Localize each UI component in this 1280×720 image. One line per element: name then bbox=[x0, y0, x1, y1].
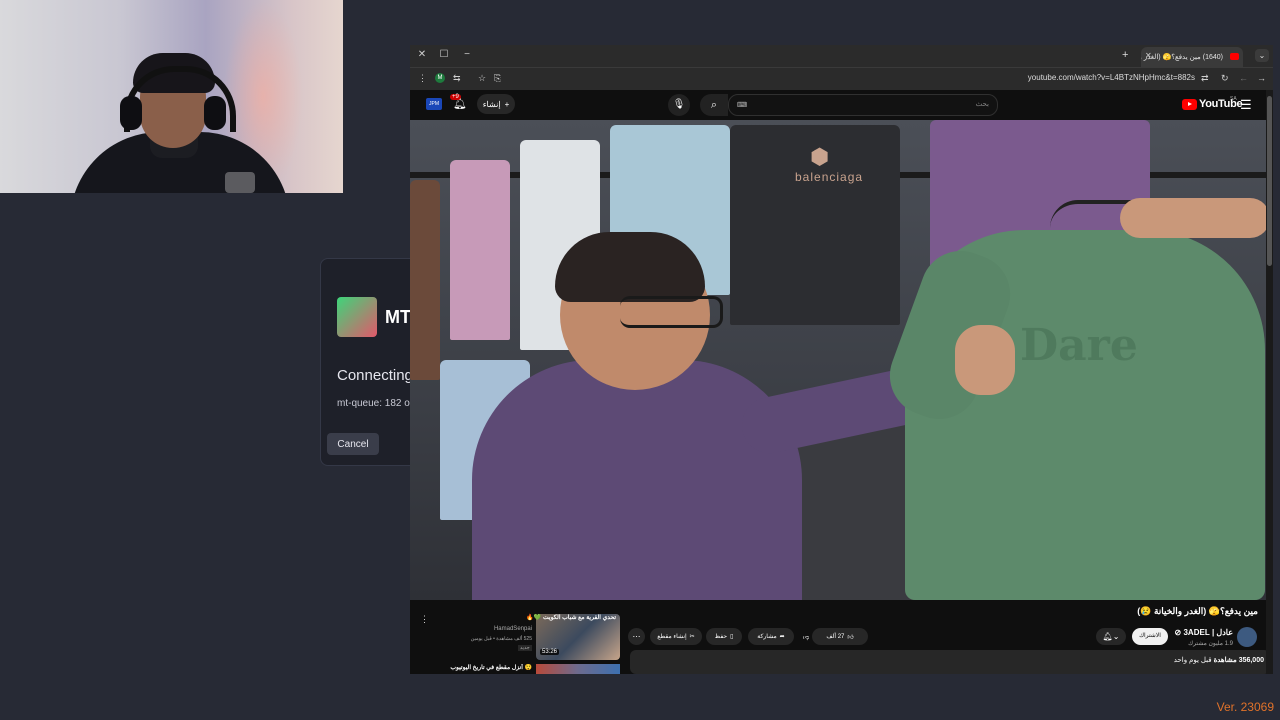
search-button-icon[interactable]: ⌕ bbox=[700, 94, 728, 116]
new-tab-button[interactable]: + bbox=[1122, 49, 1128, 61]
create-button[interactable]: + إنشاء bbox=[477, 94, 515, 114]
youtube-header: JPM 🔔︎ +9 + إنشاء 🎙︎ ⌕ ⌨ بحث YouTube SA … bbox=[410, 90, 1273, 120]
cancel-button[interactable]: Cancel bbox=[327, 433, 379, 455]
shirt-pink bbox=[450, 160, 510, 340]
video-title: مين يدفع؟🫣 (الغدر والخيانة 😢) bbox=[1137, 606, 1258, 616]
presenter-hand bbox=[955, 325, 1015, 395]
mt-logo-icon bbox=[337, 297, 377, 337]
like-button[interactable]: 👍︎ 27 ألف bbox=[812, 628, 868, 645]
save-label: حفظ bbox=[714, 634, 728, 640]
clip-label: إنشاء مقطع bbox=[657, 634, 687, 640]
youtube-favicon-icon bbox=[1230, 53, 1239, 60]
mug bbox=[225, 172, 255, 193]
like-count: 27 ألف bbox=[826, 634, 845, 640]
url-field[interactable]: youtube.com/watch?v=L4BTzNHpHmc&t=882s bbox=[910, 73, 1195, 82]
guide-menu-icon[interactable]: ☰ bbox=[1240, 97, 1252, 113]
dislike-button[interactable]: 👎︎ bbox=[800, 628, 812, 645]
version-label: Ver. 23069 bbox=[1216, 700, 1274, 714]
upload-date: قبل يوم واحد bbox=[1173, 657, 1212, 664]
scissors-icon: ✂ bbox=[689, 634, 695, 640]
dialog-title: MT bbox=[385, 307, 411, 327]
youtube-logo-icon[interactable] bbox=[1182, 99, 1197, 110]
browser-menu-icon[interactable]: ⋮ bbox=[418, 73, 427, 84]
new-badge: جديد bbox=[518, 645, 532, 651]
recommendation-duration: 53:26 bbox=[540, 649, 560, 655]
share-icon: ➦ bbox=[779, 634, 785, 640]
address-bar: ⋮ M ⇆ ☆ ⎘ youtube.com/watch?v=L4BTzNHpHm… bbox=[410, 67, 1273, 90]
site-settings-icon[interactable]: ⇄ bbox=[1201, 73, 1209, 84]
country-code: SA bbox=[1230, 96, 1237, 102]
chevron-down-icon: ⌄ bbox=[1112, 632, 1120, 641]
tab-bar: ✕ ☐ − + ✕ (1640) مين يدفع؟🫣 (الغدر وا ⌄ bbox=[410, 45, 1273, 67]
tab-title: (1640) مين يدفع؟🫣 (الغدر وا bbox=[1141, 54, 1223, 61]
window-minimize-button[interactable]: − bbox=[460, 49, 474, 60]
presenter-glasses bbox=[620, 296, 723, 328]
dialog-status: Connecting bbox=[337, 367, 413, 384]
channel-subscribers: 1.9 مليون مشترك bbox=[1188, 641, 1233, 647]
save-button[interactable]: ▯ حفظ bbox=[706, 628, 742, 645]
recommendation-menu-icon[interactable]: ⋮ bbox=[420, 614, 429, 625]
balenciaga-logo-icon: ⬢ bbox=[810, 144, 830, 169]
search-input[interactable]: ⌨ بحث bbox=[728, 94, 998, 116]
window-maximize-button[interactable]: ☐ bbox=[437, 49, 451, 60]
dialog-queue: mt-queue: 182 o bbox=[337, 398, 410, 409]
more-actions-button[interactable]: ⋯ bbox=[628, 628, 645, 645]
helper-hand bbox=[1120, 198, 1270, 238]
account-avatar[interactable]: JPM bbox=[426, 98, 442, 110]
tab-youtube[interactable]: ✕ (1640) مين يدفع؟🫣 (الغدر وا bbox=[1141, 47, 1243, 67]
browser-window: ✕ ☐ − + ✕ (1640) مين يدفع؟🫣 (الغدر وا ⌄ … bbox=[410, 45, 1273, 674]
search-placeholder: بحث bbox=[975, 101, 989, 108]
thumbs-down-icon: 👎︎ bbox=[802, 634, 810, 641]
back-icon[interactable]: → bbox=[1257, 73, 1266, 83]
headphones-left bbox=[120, 96, 142, 130]
channel-name[interactable]: عادل | 3ADEL ⊘ bbox=[1175, 628, 1233, 637]
bookmark-icon: ▯ bbox=[730, 634, 734, 640]
tab-menu-button[interactable]: ⌄ bbox=[1255, 49, 1269, 62]
presenter-body bbox=[472, 360, 802, 600]
voice-search-icon[interactable]: 🎙︎ bbox=[668, 94, 690, 116]
page-scrollbar[interactable] bbox=[1266, 90, 1273, 674]
extension-m-icon[interactable]: M bbox=[435, 73, 445, 83]
notification-badge: +9 bbox=[450, 94, 461, 100]
presenter-hair bbox=[555, 232, 705, 302]
view-count: 356,000 مشاهدة bbox=[1213, 657, 1264, 664]
headphones-right bbox=[204, 96, 226, 130]
recommendation-meta: 525 ألف مشاهدة • قبل يومين bbox=[470, 636, 532, 642]
video-player[interactable]: ⬢ balenciaga Dare bbox=[410, 120, 1273, 600]
forward-icon[interactable]: ← bbox=[1239, 73, 1248, 83]
reload-icon[interactable]: ↻ bbox=[1221, 73, 1229, 84]
shirt-brand-text: balenciaga bbox=[795, 170, 864, 184]
description-views: 356,000 مشاهدة قبل يوم واحد bbox=[1174, 656, 1264, 664]
recommendation-2-thumbnail[interactable] bbox=[536, 664, 620, 674]
subscribe-button[interactable]: الاشتراك bbox=[1132, 628, 1168, 645]
share-button[interactable]: ➦ مشاركة bbox=[748, 628, 794, 645]
recommendation-channel[interactable]: HamadSenpai bbox=[446, 626, 532, 632]
webcam-feed bbox=[0, 0, 343, 193]
screenshot-icon[interactable]: ⎘ bbox=[494, 73, 501, 84]
window-close-button[interactable]: ✕ bbox=[415, 49, 429, 60]
create-plus-icon: + bbox=[504, 99, 510, 109]
bookmark-star-icon[interactable]: ☆ bbox=[478, 73, 486, 84]
extensions-icon[interactable]: ⇆ bbox=[453, 73, 461, 84]
description-box[interactable]: 356,000 مشاهدة قبل يوم واحد bbox=[630, 650, 1270, 674]
recommendation-2-title[interactable]: 😲 أنزل مقطع في تاريخ اليوتيوب bbox=[430, 664, 532, 671]
channel-avatar[interactable] bbox=[1237, 627, 1257, 647]
shirt-brown bbox=[410, 180, 440, 380]
tshirt-print: Dare bbox=[1020, 320, 1138, 371]
shirt-grey-lower bbox=[790, 420, 920, 600]
notification-settings-button[interactable]: 🔔︎⌄ bbox=[1096, 628, 1126, 645]
recommendation-title[interactable]: تحدي القرية مع شباب الكويت 💚🔥 bbox=[446, 614, 616, 621]
video-info-panel: مين يدفع؟🫣 (الغدر والخيانة 😢) عادل | 3AD… bbox=[410, 600, 1273, 674]
keyboard-icon[interactable]: ⌨ bbox=[737, 101, 747, 109]
share-label: مشاركة bbox=[757, 634, 777, 640]
scrollbar-thumb[interactable] bbox=[1267, 96, 1272, 266]
create-label: إنشاء bbox=[482, 99, 501, 109]
bell-icon: 🔔︎ bbox=[1102, 632, 1113, 641]
thumbs-up-icon: 👍︎ bbox=[847, 634, 854, 641]
clip-button[interactable]: ✂ إنشاء مقطع bbox=[650, 628, 702, 645]
